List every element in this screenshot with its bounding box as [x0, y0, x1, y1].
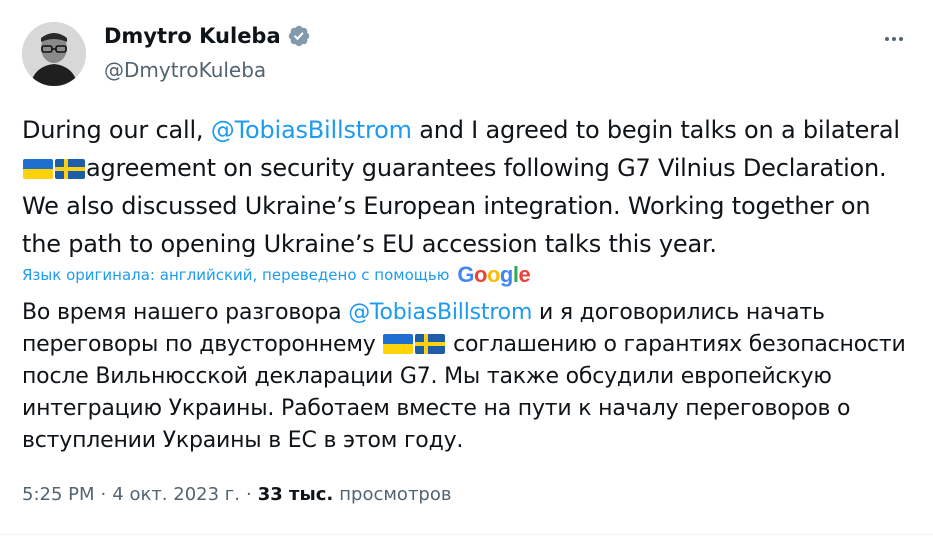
tweet-time[interactable]: 5:25 PM — [22, 484, 95, 505]
translation-note-text: Язык оригинала: английский, переведено с… — [22, 266, 450, 284]
flag-ukraine-icon — [383, 334, 414, 354]
avatar-photo — [22, 22, 86, 86]
translated-text-part: Во время нашего разговора — [22, 300, 349, 325]
tweet-text-part: During our call, — [22, 116, 211, 144]
flag-ukraine-icon — [23, 159, 53, 179]
views-count: 33 тыс. — [257, 484, 334, 505]
mention-link[interactable]: @TobiasBillstrom — [348, 300, 532, 325]
author-handle[interactable]: @DmytroKuleba — [104, 58, 266, 82]
flag-sweden-icon — [415, 334, 446, 354]
divider — [0, 534, 933, 535]
verified-badge-icon[interactable] — [287, 24, 311, 48]
tweet-date[interactable]: 4 окт. 2023 г. — [112, 484, 240, 505]
translated-text: Во время нашего разговора @TobiasBillstr… — [22, 297, 912, 457]
avatar[interactable] — [22, 22, 86, 86]
tweet-meta: 5:25 PM · 4 окт. 2023 г. · 33 тыс. просм… — [22, 484, 451, 505]
meta-separator: · — [100, 484, 107, 505]
author-display-name[interactable]: Dmytro Kuleba — [104, 24, 281, 48]
more-options-button[interactable] — [879, 24, 909, 54]
views-label: просмотров — [339, 484, 452, 505]
more-dot-icon — [892, 37, 896, 41]
more-dot-icon — [885, 37, 889, 41]
translation-note[interactable]: Язык оригинала: английский, переведено с… — [22, 262, 531, 288]
author-name-row: Dmytro Kuleba — [104, 24, 311, 48]
tweet-text: During our call, @TobiasBillstrom and I … — [22, 111, 912, 263]
mention-link[interactable]: @TobiasBillstrom — [211, 116, 412, 144]
tweet-text-part: and I agreed to begin talks on a bilater… — [411, 116, 900, 144]
tweet-text-part: agreement on security guarantees followi… — [22, 154, 887, 258]
more-dot-icon — [899, 37, 903, 41]
meta-separator: · — [245, 484, 252, 505]
google-logo-icon: Google — [457, 262, 531, 287]
flag-sweden-icon — [55, 159, 85, 179]
